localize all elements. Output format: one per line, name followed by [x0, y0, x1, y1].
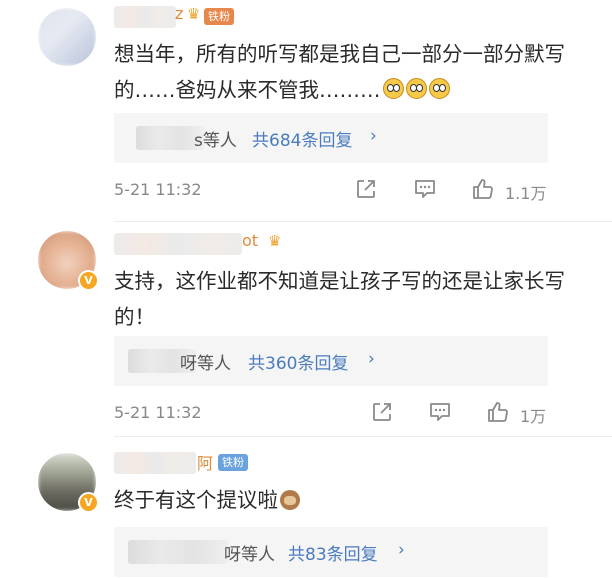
reply-preview[interactable]: s等人 共684条回复 ›: [114, 113, 548, 163]
comment-icon[interactable]: [428, 401, 452, 423]
username-tail: z: [175, 4, 184, 23]
comment-item: V 阿 铁粉 终于有这个提议啦 呀等人 共83条回复 ›: [0, 440, 612, 578]
sad-emoji-icon: [405, 78, 427, 99]
username-tail: ot: [242, 231, 259, 250]
reply-count[interactable]: 共684条回复: [252, 126, 352, 151]
thumbs-up-icon[interactable]: [486, 400, 510, 424]
sad-emoji-icon: [428, 78, 450, 99]
v-badge-icon: V: [78, 492, 99, 513]
chevron-right-icon: ›: [368, 349, 375, 369]
comment-time: 5-21 11:32: [114, 180, 202, 199]
username-tail: 阿: [197, 454, 214, 473]
sad-emoji-icon: [382, 78, 404, 99]
avatar[interactable]: [38, 8, 96, 66]
like-count: 1万: [520, 407, 547, 426]
reply-count[interactable]: 共83条回复: [288, 540, 378, 565]
username-blurred[interactable]: [114, 452, 196, 474]
crown-icon: ♛: [187, 5, 201, 23]
like-count: 1.1万: [505, 184, 547, 203]
chevron-right-icon: ›: [370, 126, 377, 146]
reply-who: 呀等人: [180, 354, 231, 374]
reply-preview[interactable]: 呀等人 共83条回复 ›: [114, 527, 548, 577]
reply-preview[interactable]: 呀等人 共360条回复 ›: [114, 336, 548, 386]
comment-text: 想当年，所有的听写都是我自己一部分一部分默写的……爸妈从来不管我………: [114, 36, 584, 108]
reply-names-blurred: [128, 540, 228, 564]
comment-text-content: 想当年，所有的听写都是我自己一部分一部分默写的……爸妈从来不管我………: [114, 42, 565, 102]
comment-text: 终于有这个提议啦: [114, 482, 584, 518]
share-icon[interactable]: [371, 401, 393, 423]
comment-item: z ♛ 铁粉 想当年，所有的听写都是我自己一部分一部分默写的……爸妈从来不管我……: [0, 0, 612, 225]
comment-item: V ot ♛ 支持，这作业都不知道是让孩子写的还是让家长写的！ 呀等人 共360…: [0, 225, 612, 440]
share-icon[interactable]: [355, 178, 377, 200]
monkey-emoji-icon: [280, 490, 300, 510]
fan-badge: 铁粉: [204, 8, 234, 25]
crown-icon: ♛: [268, 232, 282, 250]
reply-who: s等人: [194, 131, 237, 151]
username-blurred[interactable]: [114, 233, 242, 255]
v-badge-icon: V: [78, 270, 99, 291]
comment-time: 5-21 11:32: [114, 403, 202, 422]
reply-count[interactable]: 共360条回复: [248, 349, 348, 374]
comment-text: 支持，这作业都不知道是让孩子写的还是让家长写的！: [114, 269, 565, 329]
comment-text-content: 终于有这个提议啦: [114, 488, 278, 512]
thumbs-up-icon[interactable]: [471, 177, 495, 201]
divider: [114, 221, 612, 222]
comment-icon[interactable]: [413, 178, 437, 200]
reply-who: 呀等人: [224, 545, 275, 565]
fan-badge: 铁粉: [218, 454, 248, 471]
chevron-right-icon: ›: [398, 540, 405, 560]
username-blurred[interactable]: [114, 6, 176, 28]
divider: [114, 436, 612, 437]
